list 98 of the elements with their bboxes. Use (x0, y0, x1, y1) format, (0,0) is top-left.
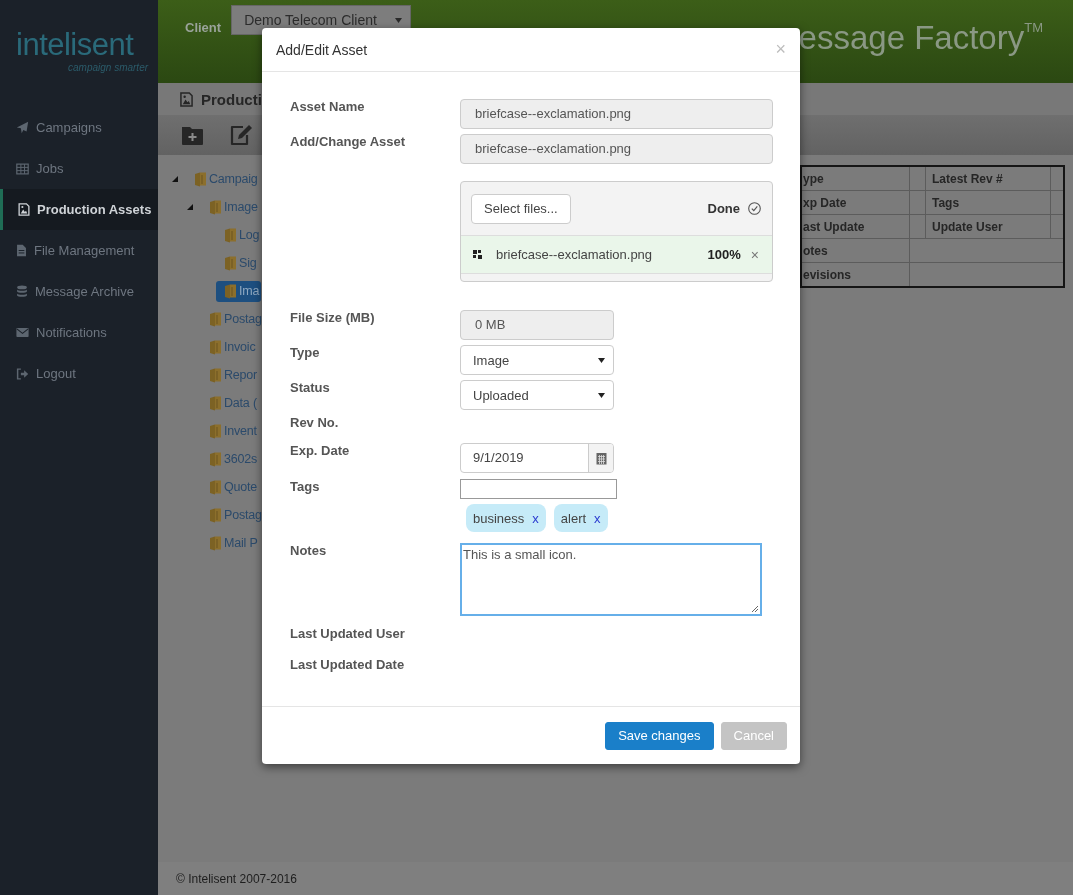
field-label: Asset Name (290, 99, 365, 114)
sidebar-item[interactable]: File Management (0, 230, 158, 271)
table-cell: xp Date (801, 190, 910, 215)
dropdown[interactable]: Image (460, 345, 614, 375)
check-circle-icon (748, 202, 761, 215)
sidebar-item[interactable]: Campaigns (0, 107, 158, 148)
tree-item[interactable]: Log (216, 224, 262, 246)
folder-icon (209, 507, 222, 523)
text-field[interactable]: briefcase--exclamation.png (460, 99, 773, 129)
folder-icon (209, 423, 222, 439)
envelope-icon (16, 327, 29, 338)
tree-item[interactable]: Ima (216, 280, 262, 302)
field-label: Last Updated Date (290, 657, 405, 672)
database-icon (16, 285, 28, 298)
expanded-arrow-icon[interactable] (172, 176, 178, 182)
tree-item[interactable]: Data ( (201, 392, 259, 414)
tree-item[interactable]: 3602s (201, 448, 260, 470)
remove-tag-button[interactable]: x (532, 510, 539, 526)
field-label: Notes (290, 543, 327, 558)
dialog-title: Add/Edit Asset (276, 41, 368, 58)
sidebar-item[interactable]: Production Assets (0, 189, 158, 230)
field-label: Add/Change Asset (290, 134, 406, 149)
field-label: Status (290, 380, 330, 395)
sidebar-item[interactable]: Logout (0, 353, 158, 394)
dropdown[interactable]: Uploaded (460, 380, 614, 410)
edit-icon[interactable] (229, 124, 253, 146)
image-file-icon (18, 203, 30, 216)
close-button[interactable]: × (775, 39, 786, 60)
table-cell: otes (801, 238, 910, 263)
field-label: File Size (MB) (290, 310, 375, 325)
folder-icon (209, 451, 222, 467)
field-label: Rev No. (290, 415, 339, 430)
tree-item[interactable]: Postag (201, 308, 262, 330)
tag-input[interactable] (460, 479, 617, 499)
tag-label: alert (560, 510, 587, 526)
app-title: essage Factory (798, 18, 1025, 58)
file-icon (16, 244, 27, 257)
select-files-button[interactable]: Select files... (471, 193, 571, 224)
folder-icon (224, 255, 237, 271)
upload-status: Done (707, 201, 740, 216)
folder-icon (209, 199, 222, 215)
save-button[interactable]: Save changes (605, 721, 714, 750)
page-title: Producti (201, 90, 262, 108)
table-cell: Tags (925, 190, 1051, 215)
tree-item[interactable]: Postag (201, 504, 262, 526)
field-label: Tags (290, 479, 320, 494)
folder-icon (209, 339, 222, 355)
table-icon (16, 162, 29, 175)
file-name: briefcase--exclamation.png (496, 247, 653, 262)
tree-item[interactable]: Sig (216, 252, 259, 274)
tree-item[interactable]: Invoic (201, 336, 258, 358)
tree-item[interactable]: Campaig (186, 168, 260, 190)
tree-item[interactable]: Quote (201, 476, 260, 498)
caret-icon (395, 17, 403, 23)
folder-icon (224, 283, 237, 299)
folder-icon (194, 171, 207, 187)
caret-icon (598, 357, 605, 363)
trademark: TM (1024, 20, 1043, 35)
grip-icon (473, 250, 482, 259)
table-cell: Latest Rev # (925, 166, 1051, 191)
text-field[interactable]: briefcase--exclamation.png (460, 134, 773, 164)
copyright-text: © Intelisent 2007-2016 (176, 871, 297, 886)
sidebar-item[interactable]: Notifications (0, 312, 158, 353)
folder-icon (209, 311, 222, 327)
tree-item[interactable]: Invent (201, 420, 259, 442)
table-cell: evisions (801, 262, 910, 287)
field-label: Last Updated User (290, 626, 405, 641)
paper-plane-icon (16, 121, 29, 134)
table-cell: ype (801, 166, 910, 191)
field-label: Exp. Date (290, 443, 350, 458)
remove-file-button[interactable]: × (750, 246, 759, 263)
notes-field[interactable]: This is a small icon. (460, 543, 762, 616)
table-cell: Update User (925, 214, 1051, 239)
sidebar-item[interactable]: Message Archive (0, 271, 158, 312)
field-label: Type (290, 345, 320, 360)
folder-icon (209, 367, 222, 383)
text-field[interactable]: 0 MB (460, 310, 614, 340)
table-cell: ast Update (801, 214, 910, 239)
tree-item[interactable]: Image (201, 196, 260, 218)
folder-icon (224, 227, 237, 243)
image-file-icon (180, 91, 193, 107)
tree-item[interactable]: Repor (201, 364, 260, 386)
caret-icon (598, 392, 605, 398)
logo-text: intelisent (16, 28, 134, 62)
tree-item[interactable]: Mail P (201, 532, 260, 554)
client-label: Client (185, 20, 222, 35)
remove-tag-button[interactable]: x (594, 510, 601, 526)
sign-out-icon (16, 367, 29, 380)
tag-label: business (473, 510, 525, 526)
logo-tagline: campaign smarter (68, 62, 149, 73)
folder-icon (209, 479, 222, 495)
upload-percent: 100% (707, 247, 741, 262)
folder-icon (209, 535, 222, 551)
resize-grip-icon (751, 605, 759, 613)
add-folder-icon[interactable] (181, 124, 204, 146)
sidebar-item[interactable]: Jobs (0, 148, 158, 189)
expanded-arrow-icon[interactable] (187, 204, 193, 210)
folder-icon (209, 395, 222, 411)
